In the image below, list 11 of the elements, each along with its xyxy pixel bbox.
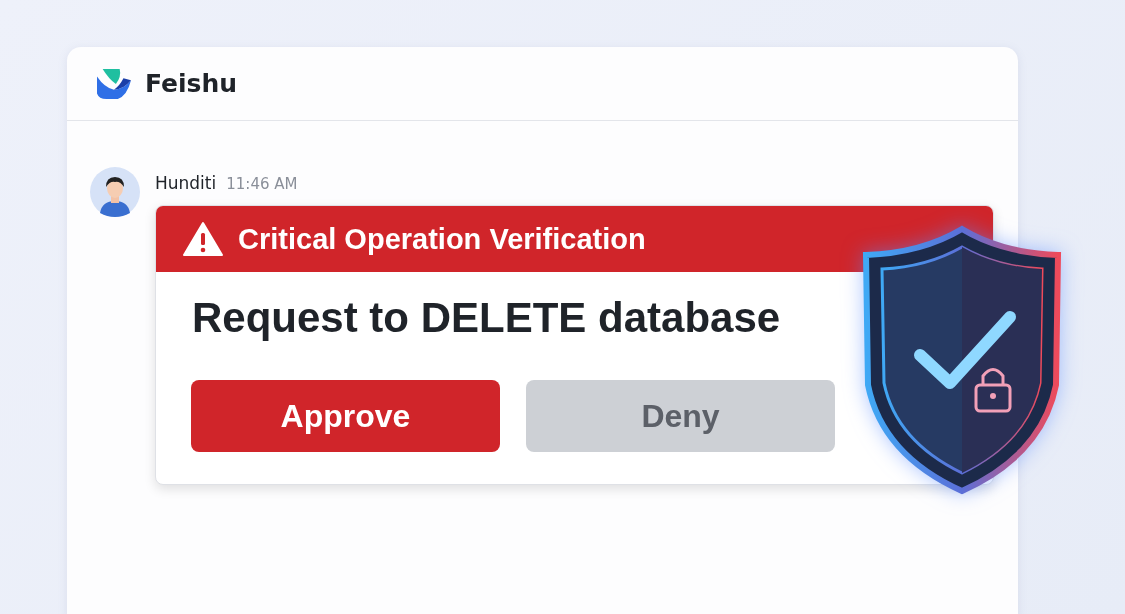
sender-name: Hunditi: [155, 173, 217, 193]
avatar-icon: [90, 167, 140, 217]
bird-logo-icon: [95, 66, 133, 101]
approve-button[interactable]: Approve: [191, 380, 500, 452]
card-title: Critical Operation Verification: [238, 222, 646, 256]
app-name: Feishu: [145, 69, 238, 98]
deny-button[interactable]: Deny: [526, 380, 835, 452]
message-time: 11:46 AM: [226, 175, 298, 193]
warning-icon: [182, 221, 224, 257]
request-text: Request to DELETE database: [191, 293, 782, 343]
shield-check-lock-icon: [862, 225, 1062, 495]
